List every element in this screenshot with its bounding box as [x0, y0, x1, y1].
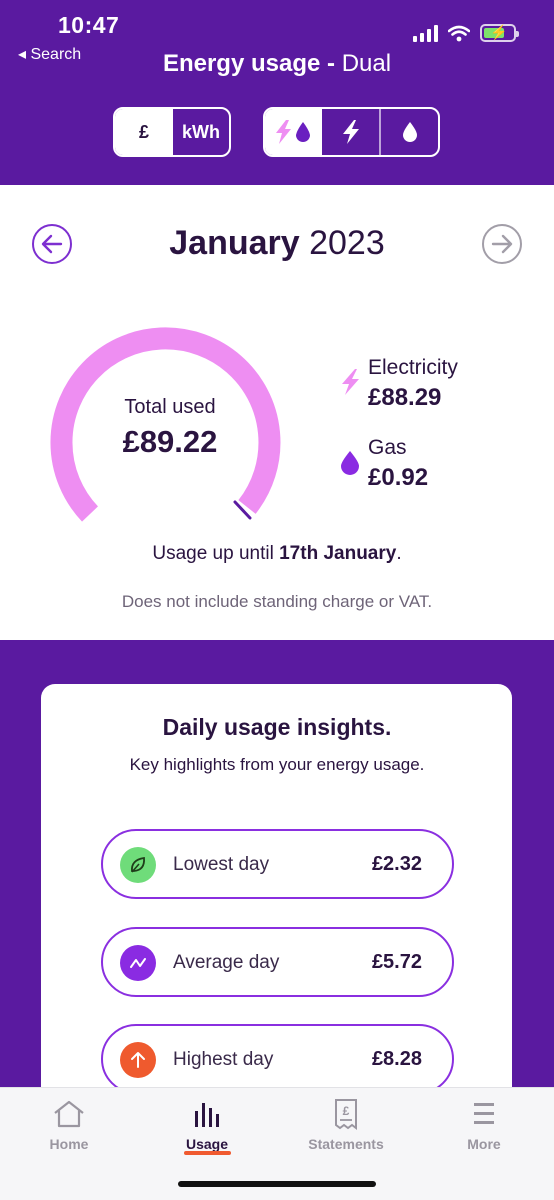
usage-note-suffix: . — [396, 543, 402, 564]
total-used-value: £89.22 — [122, 424, 218, 459]
fuel-gas-option[interactable] — [381, 109, 438, 155]
electricity-icon — [342, 369, 359, 395]
bar-chart-icon — [195, 1103, 219, 1127]
fuel-electricity-option[interactable] — [322, 109, 381, 155]
wifi-icon — [448, 25, 470, 41]
status-time: 10:47 — [58, 12, 120, 38]
battery-charging-icon: ⚡ — [480, 24, 519, 42]
leaf-icon — [120, 847, 156, 883]
cellular-signal-icon — [413, 24, 438, 42]
insight-value: £8.28 — [371, 1048, 422, 1070]
tab-label: Home — [49, 1136, 89, 1152]
page-title-mode: Dual — [341, 50, 392, 77]
status-icons: ⚡ — [413, 24, 519, 42]
unit-kwh-option[interactable]: kWh — [173, 109, 229, 155]
zigzag-icon — [120, 945, 156, 981]
menu-icon — [474, 1103, 494, 1124]
usage-note-date: 17th January — [279, 543, 397, 564]
unit-toggle: £ kWh — [113, 107, 231, 157]
tab-more[interactable]: More — [434, 1098, 534, 1152]
month-year: 2023 — [309, 224, 385, 262]
usage-note-prefix: Usage up until — [152, 543, 280, 564]
insight-highest-day[interactable]: Highest day £8.28 — [101, 1024, 454, 1094]
next-month-button[interactable] — [482, 224, 522, 264]
electricity-value: £88.29 — [368, 384, 442, 411]
usage-period-note: Usage up until 17th January. — [0, 543, 554, 565]
page-title-main: Energy usage - — [162, 50, 342, 77]
charges-disclaimer: Does not include standing charge or VAT. — [121, 592, 433, 611]
receipt-icon: £ — [335, 1099, 357, 1130]
arrow-right-icon — [491, 234, 513, 254]
insights-title: Daily usage insights. — [162, 714, 392, 740]
fuel-toggle — [263, 107, 440, 157]
dual-fuel-icon — [275, 120, 310, 144]
insight-average-day[interactable]: Average day £5.72 — [101, 927, 454, 997]
insights-subtitle: Key highlights from your energy usage. — [129, 755, 425, 774]
tab-home[interactable]: Home — [19, 1098, 119, 1152]
insight-value: £5.72 — [371, 951, 422, 973]
gas-drop-icon — [402, 122, 417, 142]
insight-label: Average day — [173, 952, 280, 973]
gas-icon — [341, 451, 359, 475]
tab-label: Statements — [308, 1136, 384, 1152]
gas-label: Gas — [368, 436, 407, 459]
electricity-label: Electricity — [368, 356, 458, 379]
fuel-dual-option[interactable] — [265, 109, 322, 155]
tab-statements[interactable]: £ Statements — [296, 1098, 396, 1152]
insight-value: £2.32 — [371, 853, 422, 875]
arrow-up-icon — [120, 1042, 156, 1078]
page-title: Energy usage - Dual — [0, 50, 554, 78]
lightning-icon — [342, 120, 359, 144]
unit-pound-option[interactable]: £ — [115, 109, 173, 155]
app-header: 10:47 ◂ Search ⚡ Energy usage - Dual £ k… — [0, 0, 554, 185]
svg-text:£: £ — [343, 1104, 350, 1118]
tab-usage[interactable]: Usage — [157, 1098, 257, 1152]
insight-label: Lowest day — [173, 854, 270, 875]
insight-label: Highest day — [173, 1049, 274, 1070]
selected-tab-indicator — [184, 1151, 231, 1155]
total-used-label: Total used — [124, 396, 216, 418]
home-indicator[interactable] — [178, 1181, 376, 1187]
tab-label: Usage — [185, 1136, 229, 1152]
month-label: January 2023 — [0, 224, 554, 263]
month-name: January — [169, 224, 300, 262]
month-selector: January 2023 — [0, 222, 554, 268]
home-icon — [54, 1100, 84, 1128]
insight-lowest-day[interactable]: Lowest day £2.32 — [101, 829, 454, 899]
tab-label: More — [467, 1136, 501, 1152]
gas-value: £0.92 — [368, 464, 429, 491]
